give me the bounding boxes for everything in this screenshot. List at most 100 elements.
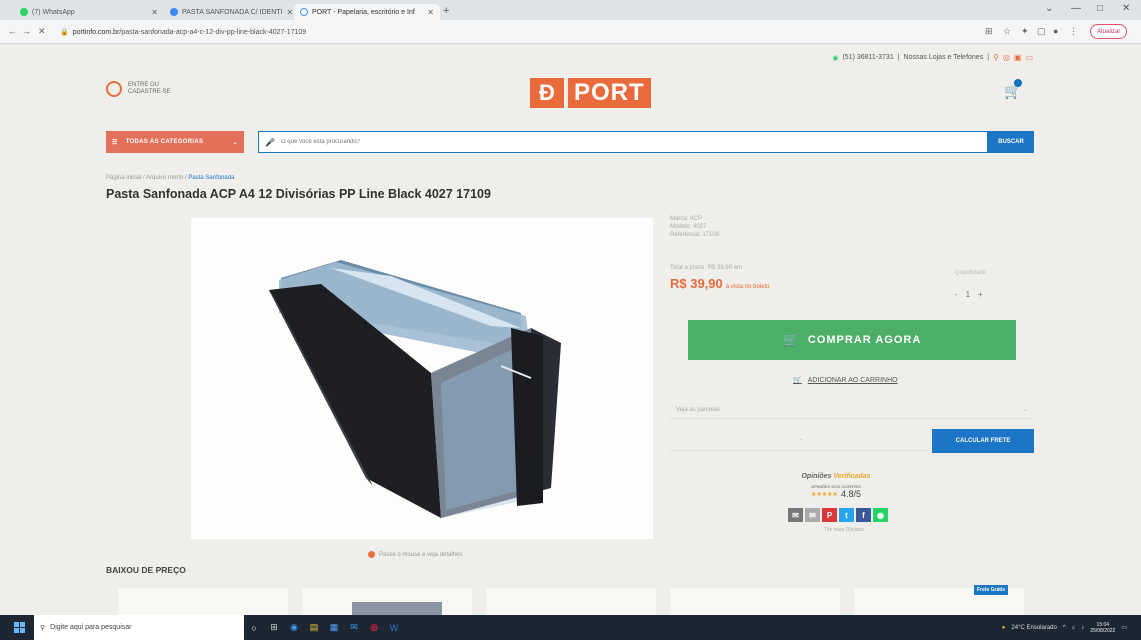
- decrease-button[interactable]: -: [955, 290, 958, 299]
- task-view-icon[interactable]: ○: [244, 615, 264, 640]
- close-icon[interactable]: ✕: [151, 8, 158, 17]
- url-host: portinfo.com.br: [72, 28, 120, 36]
- profile-icon[interactable]: ●: [1053, 26, 1058, 36]
- stop-icon[interactable]: ✕: [38, 26, 46, 37]
- tab-whatsapp[interactable]: (7) WhatsApp ✕: [14, 4, 164, 20]
- start-button[interactable]: [8, 615, 30, 640]
- extensions-icon[interactable]: ✦: [1021, 26, 1029, 37]
- translate-icon[interactable]: ⊞: [985, 26, 993, 37]
- buy-now-button[interactable]: 🛒 COMPRAR AGORA: [688, 320, 1016, 360]
- back-icon[interactable]: ←: [8, 26, 17, 36]
- weather-text[interactable]: 24°C Ensolarado: [1011, 625, 1056, 631]
- close-icon[interactable]: ✕: [427, 8, 434, 17]
- widgets-icon[interactable]: ⊞: [264, 615, 284, 640]
- update-button[interactable]: Atualizar: [1090, 24, 1128, 39]
- new-tab-button[interactable]: +: [443, 5, 449, 17]
- microphone-icon[interactable]: 🎤: [265, 138, 275, 147]
- reviews-widget[interactable]: Opiniões Verificadas OPINIÕES DOS CLIENT…: [786, 473, 886, 499]
- minimize-icon[interactable]: —: [1071, 3, 1081, 14]
- whatsapp-share-icon[interactable]: ◉: [873, 508, 888, 522]
- login-link[interactable]: ENTRE OU CADASTRE-SE: [106, 81, 188, 97]
- pinterest-icon[interactable]: P: [822, 508, 837, 522]
- quantity-stepper: - 1 +: [955, 290, 983, 299]
- increase-button[interactable]: +: [978, 290, 983, 299]
- youtube-icon[interactable]: ▭: [1025, 53, 1033, 62]
- close-icon[interactable]: ✕: [286, 8, 292, 17]
- twitter-icon[interactable]: t: [839, 508, 854, 522]
- word-icon[interactable]: W: [384, 615, 404, 640]
- buy-now-label: COMPRAR AGORA: [807, 334, 922, 346]
- cep-placeholder: -: [800, 436, 802, 443]
- stores-link[interactable]: Nossas Lojas e Telefones: [904, 54, 984, 61]
- browser-tab-bar: (7) WhatsApp ✕ PASTA SANFONADA C/ IDENTI…: [0, 0, 1141, 20]
- bookmark-star-icon[interactable]: ☆: [1003, 26, 1011, 37]
- cart-badge: [1014, 79, 1022, 87]
- price-installment: Total a prazo: R$ 39,90 em: [670, 265, 743, 271]
- menu-dots-icon[interactable]: ⋮: [1069, 26, 1078, 37]
- product-card[interactable]: [118, 588, 288, 615]
- file-explorer-icon[interactable]: ▤: [304, 615, 324, 640]
- product-image[interactable]: [191, 218, 653, 539]
- taskbar-search[interactable]: ⚲ Digite aqui para pesquisar: [34, 615, 244, 640]
- chevron-down-icon: ⌄: [1022, 407, 1028, 413]
- tab-search-icon[interactable]: ⌄: [1045, 3, 1053, 14]
- product-card[interactable]: [486, 588, 656, 615]
- share-label[interactable]: Tire suas Dúvidas: [824, 527, 864, 533]
- tray-chevron-icon[interactable]: ^: [1063, 625, 1066, 631]
- installments-select[interactable]: Veja as parcelas ⌄: [670, 401, 1034, 419]
- lock-icon: 🔒: [60, 29, 69, 36]
- product-card[interactable]: [302, 588, 472, 615]
- accordion-folder-image: [269, 260, 561, 518]
- forward-icon[interactable]: →: [22, 26, 31, 36]
- breadcrumb-path[interactable]: Página inicial / Arquivo morto /: [106, 175, 187, 181]
- search-input[interactable]: [280, 139, 881, 145]
- search-box: 🎤: [258, 131, 988, 153]
- search-icon: ⚲: [40, 624, 46, 632]
- email-share-icon[interactable]: ✉: [788, 508, 803, 522]
- quantity-value[interactable]: 1: [966, 290, 970, 299]
- breadcrumb-current[interactable]: Pasta Sanfonada: [188, 175, 234, 181]
- taskbar-search-text: Digite aqui para pesquisar: [50, 624, 132, 631]
- product-model: Modelo: 4027: [670, 224, 707, 230]
- weather-icon: ●: [1001, 624, 1006, 631]
- web-page: ◉ (51) 36811-3731 | Nossas Lojas e Telef…: [0, 45, 1141, 615]
- search-button[interactable]: BUSCAR: [988, 131, 1034, 153]
- breadcrumb: Página inicial / Arquivo morto / Pasta S…: [106, 175, 234, 181]
- close-window-icon[interactable]: ✕: [1122, 3, 1130, 14]
- calculate-shipping-button[interactable]: CALCULAR FRETE: [932, 429, 1034, 453]
- contact-phone[interactable]: (51) 36811-3731: [842, 54, 893, 61]
- location-icon[interactable]: ⚲: [993, 53, 999, 62]
- zoom-hint-text: Passe o mouse e veja detalhes: [379, 551, 463, 558]
- facebook-icon[interactable]: f: [856, 508, 871, 522]
- product-card[interactable]: [670, 588, 840, 615]
- cart-icon[interactable]: 🛒: [1004, 79, 1022, 100]
- categories-button[interactable]: ☰ TODAS AS CATEGORIAS ⌄: [106, 131, 244, 153]
- system-tray: ● 24°C Ensolarado ^ ⌂ ♪ 15:04 25/08/2022…: [1002, 615, 1127, 640]
- tab-port[interactable]: PORT - Papelaria, escritório e Inf ✕: [294, 4, 440, 20]
- tab-google[interactable]: PASTA SANFONADA C/ IDENTI ✕: [164, 4, 292, 20]
- search-button-label: BUSCAR: [998, 139, 1024, 145]
- maximize-icon[interactable]: □: [1097, 3, 1103, 14]
- url-field[interactable]: 🔒 portinfo.com.br/pasta-sanfonada-acp-a4…: [60, 25, 920, 39]
- address-bar-row: ← → ✕ 🔒 portinfo.com.br/pasta-sanfonada-…: [0, 20, 1141, 44]
- taskbar: ⚲ Digite aqui para pesquisar ○ ⊞ ◉ ▤ ▦ ✉…: [0, 615, 1141, 640]
- chrome-icon[interactable]: ◍: [364, 615, 384, 640]
- loading-icon: [300, 8, 308, 16]
- url-path: /pasta-sanfonada-acp-a4-c-12-div-pp-line…: [119, 28, 307, 36]
- edge-icon[interactable]: ◉: [284, 615, 304, 640]
- mail-icon[interactable]: ✉: [805, 508, 820, 522]
- store-icon[interactable]: ▦: [324, 615, 344, 640]
- notifications-icon[interactable]: ▭: [1121, 624, 1127, 631]
- sidebar-icon[interactable]: ▢: [1037, 26, 1046, 37]
- cep-input[interactable]: -: [670, 429, 928, 451]
- instagram-icon[interactable]: ◎: [1003, 53, 1010, 62]
- update-label: Atualizar: [1097, 28, 1121, 35]
- top-contact-bar: ◉ (51) 36811-3731 | Nossas Lojas e Telef…: [832, 53, 1033, 62]
- clock[interactable]: 15:04 25/08/2022: [1090, 622, 1115, 634]
- linkedin-icon[interactable]: ▣: [1014, 53, 1022, 62]
- volume-icon[interactable]: ♪: [1081, 625, 1084, 631]
- mail-app-icon[interactable]: ✉: [344, 615, 364, 640]
- add-to-cart-link[interactable]: 🛒 ADICIONAR AO CARRINHO: [793, 376, 898, 385]
- site-logo[interactable]: Ð PORT: [530, 78, 651, 108]
- network-icon[interactable]: ⌂: [1072, 625, 1076, 631]
